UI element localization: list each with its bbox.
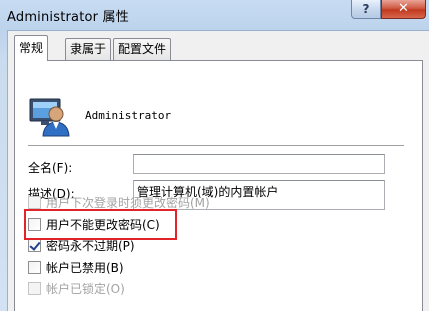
account-locked-checkbox [28, 281, 41, 295]
password-never-expires-checkbox[interactable] [28, 238, 41, 252]
must-change-password-label: 用户下次登录时须更改密码(M) [46, 195, 210, 210]
fullname-input[interactable] [133, 154, 385, 174]
option-account-locked: 帐户已锁定(O) [28, 280, 125, 296]
title-bar: Administrator 属性 ? ✕ [0, 0, 429, 30]
fullname-label: 全名(F): [28, 161, 73, 175]
username-label: Administrator [85, 109, 172, 122]
must-change-password-checkbox [28, 195, 41, 209]
window-frame: Administrator 属性 ? ✕ 常规 隶属于 配置文件 Adminis… [0, 0, 429, 311]
option-account-disabled[interactable]: 帐户已禁用(B) [28, 259, 124, 275]
account-disabled-checkbox[interactable] [28, 260, 41, 274]
help-button[interactable]: ? [351, 0, 381, 19]
option-must-change-password: 用户下次登录时须更改密码(M) [28, 194, 210, 210]
window-title: Administrator 属性 [7, 10, 129, 25]
tab-profile[interactable]: 配置文件 [113, 38, 172, 60]
account-disabled-label[interactable]: 帐户已禁用(B) [46, 259, 124, 276]
highlight-box [24, 209, 177, 240]
user-avatar-icon [29, 96, 71, 138]
close-button[interactable]: ✕ [381, 0, 426, 19]
tab-member-of[interactable]: 隶属于 [65, 38, 112, 60]
divider [28, 145, 404, 147]
tab-general[interactable]: 常规 [14, 35, 49, 61]
account-locked-label: 帐户已锁定(O) [46, 281, 125, 296]
dialog-body: 常规 隶属于 配置文件 Administrator 全名(F): 描述(D): … [7, 30, 429, 311]
